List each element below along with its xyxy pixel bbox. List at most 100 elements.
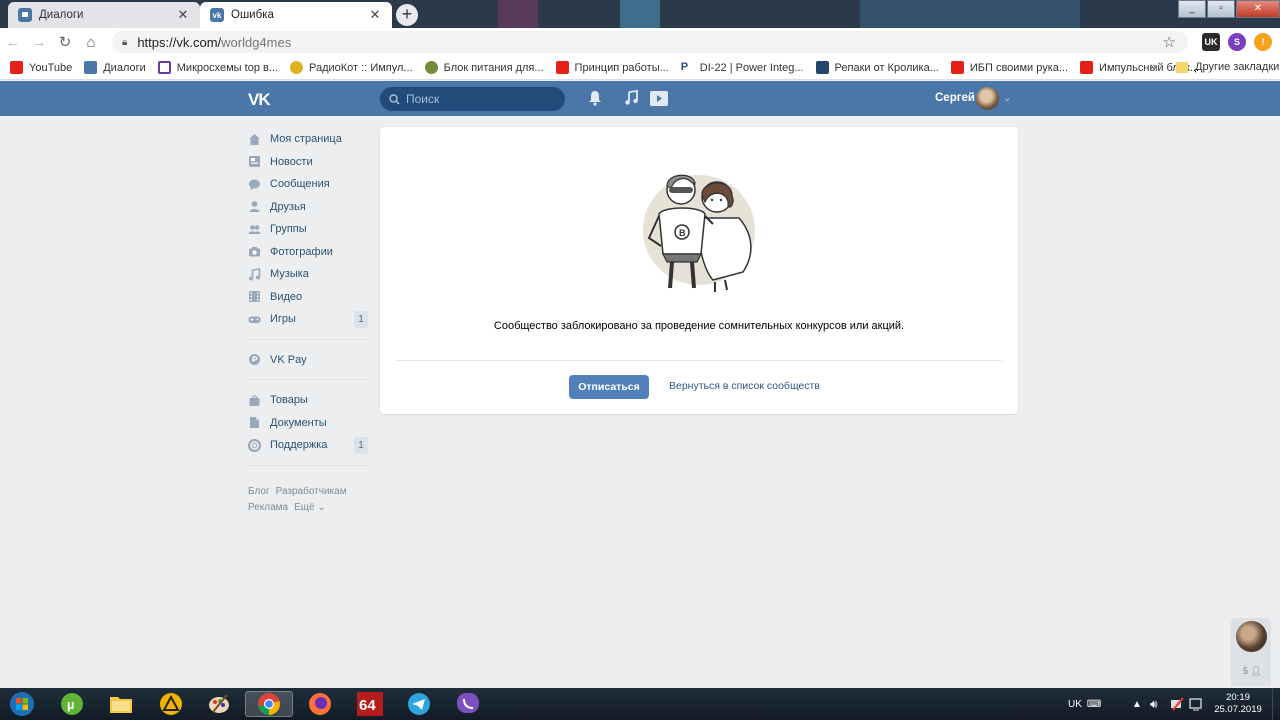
menu-item-friends[interactable]: Друзья — [248, 196, 368, 219]
network-icon[interactable] — [1170, 688, 1184, 720]
action-center-icon[interactable] — [1189, 688, 1203, 720]
other-bookmarks-folder[interactable]: Другие закладки — [1176, 61, 1279, 73]
menu-item-groups[interactable]: Группы — [248, 218, 368, 241]
bookmarks-overflow-icon[interactable]: » — [1150, 61, 1156, 73]
bookmark-label: ИБП своими рука... — [969, 61, 1069, 74]
keyboard-icon: ⌨︎ — [1086, 698, 1102, 710]
start-button[interactable] — [4, 691, 40, 717]
language-indicator[interactable]: UK ⌨︎ — [1068, 688, 1101, 720]
menu-item-label: Сообщения — [270, 178, 330, 191]
utorrent-taskbar-item[interactable]: µ — [54, 691, 90, 717]
close-window-button[interactable]: ✕ — [1236, 0, 1280, 18]
firefox-taskbar-item[interactable] — [302, 691, 338, 717]
new-tab-button[interactable]: + — [396, 4, 418, 26]
menu-item-music[interactable]: Музыка — [248, 263, 368, 286]
bookmark-radiokot[interactable]: РадиоКот :: Импул... — [290, 61, 413, 74]
user-name[interactable]: Сергей — [935, 92, 975, 104]
bookmark-repacks[interactable]: Репаки от Кролика... — [815, 61, 939, 74]
volume-icon[interactable]: 🔊︎ — [1150, 688, 1158, 720]
maximize-button[interactable]: ▫ — [1207, 0, 1235, 18]
bookmark-microschemes[interactable]: Микросхемы top в... — [157, 61, 278, 74]
menu-item-goods[interactable]: Товары — [248, 389, 368, 412]
unsubscribe-button[interactable]: Отписаться — [569, 375, 649, 399]
bookmark-label: РадиоКот :: Импул... — [309, 61, 413, 74]
telegram-taskbar-item[interactable] — [401, 691, 437, 717]
extension-s-icon[interactable]: S — [1228, 33, 1246, 51]
tab-title: Диалоги — [39, 9, 84, 21]
music-note-icon[interactable] — [624, 90, 638, 106]
extensions-area: UK S ! — [1202, 33, 1272, 51]
clock-time: 20:19 — [1226, 692, 1250, 703]
chrome-taskbar-item[interactable] — [245, 691, 293, 717]
bookmark-principle[interactable]: Принцип работы... — [555, 61, 669, 74]
footer-link-more[interactable]: Ещё ⌄ — [294, 502, 326, 513]
footer-link-developers[interactable]: Разработчикам — [276, 486, 347, 497]
music-icon — [249, 267, 261, 281]
globe-icon — [424, 61, 438, 74]
aida64-taskbar-item[interactable]: 64 — [352, 691, 388, 717]
search-input[interactable]: Поиск — [380, 87, 565, 111]
menu-item-support[interactable]: Поддержка 1 — [248, 434, 368, 457]
menu-item-vkpay[interactable]: VK Pay — [248, 349, 368, 372]
bookmark-youtube[interactable]: YouTube — [10, 61, 72, 74]
bookmark-di22[interactable]: P DI-22 | Power Integ... — [680, 61, 804, 74]
youtube-icon — [950, 61, 964, 74]
back-button[interactable]: ← — [0, 34, 26, 51]
user-avatar[interactable] — [976, 87, 999, 110]
menu-item-label: Документы — [270, 416, 327, 429]
play-video-icon[interactable] — [650, 91, 668, 106]
cat-icon — [290, 61, 303, 74]
superhero-couple-illustration: B — [643, 174, 755, 292]
explorer-taskbar-item[interactable] — [103, 691, 139, 717]
show-desktop-button[interactable] — [1272, 688, 1280, 720]
groups-icon — [248, 224, 261, 234]
bookmark-star-icon[interactable]: ☆ — [1163, 33, 1176, 51]
triangle-app-icon — [160, 693, 182, 715]
menu-item-label: VK Pay — [270, 353, 307, 366]
menu-item-my-page[interactable]: Моя страница — [248, 128, 368, 151]
tab-error[interactable]: vk Ошибка ✕ — [200, 2, 392, 28]
back-to-communities-link[interactable]: Вернуться в список сообществ — [669, 380, 820, 392]
viber-taskbar-item[interactable] — [450, 691, 486, 717]
footer-links: Блог Разработчикам Реклама Ещё ⌄ — [248, 484, 368, 516]
paint-taskbar-item[interactable] — [201, 691, 237, 717]
system-clock[interactable]: 20:19 25.07.2019 — [1210, 692, 1266, 716]
bell-icon[interactable] — [588, 90, 602, 106]
menu-divider — [248, 338, 368, 340]
menu-item-photos[interactable]: Фотографии — [248, 241, 368, 264]
telegram-icon — [408, 693, 430, 715]
menu-item-news[interactable]: Новости — [248, 151, 368, 174]
friends-icon — [249, 201, 260, 213]
tab-dialogs[interactable]: Диалоги ✕ — [8, 2, 200, 28]
chat-widget[interactable]: 5 👤︎ — [1231, 618, 1271, 686]
menu-item-label: Поддержка — [270, 439, 328, 452]
menu-item-messages[interactable]: Сообщения — [248, 173, 368, 196]
close-tab-icon[interactable]: ✕ — [176, 7, 190, 23]
tray-overflow-icon[interactable]: ▲ — [1132, 688, 1142, 720]
home-button[interactable]: ⌂ — [78, 34, 104, 51]
extension-uk-icon[interactable]: UK — [1202, 33, 1220, 51]
chat-avatar[interactable] — [1236, 621, 1267, 652]
paint-palette-icon — [209, 694, 229, 713]
app-taskbar-item[interactable] — [153, 691, 189, 717]
bookmark-ups[interactable]: ИБП своими рука... — [950, 61, 1069, 74]
close-tab-icon[interactable]: ✕ — [368, 7, 382, 23]
chevron-down-icon[interactable]: ⌄ — [1003, 93, 1011, 104]
browser-toolbar: ← → ↻ ⌂ 🔒︎ https://vk.com/worldg4mes ☆ U… — [0, 28, 1280, 56]
bookmark-label: Блок питания для... — [443, 61, 544, 74]
menu-item-games[interactable]: Игры 1 — [248, 308, 368, 331]
footer-link-ads[interactable]: Реклама — [248, 502, 288, 513]
footer-link-blog[interactable]: Блог — [248, 486, 270, 497]
bookmark-power-supply[interactable]: Блок питания для... — [424, 61, 544, 74]
bookmark-dialogs[interactable]: Диалоги — [84, 61, 146, 74]
extension-alert-icon[interactable]: ! — [1254, 33, 1272, 51]
browser-tab-strip: Диалоги ✕ vk Ошибка ✕ + _ ▫ ✕ — [0, 0, 1280, 28]
forward-button[interactable]: → — [26, 34, 52, 51]
menu-item-video[interactable]: Видео — [248, 286, 368, 309]
bag-icon — [249, 394, 260, 406]
minimize-button[interactable]: _ — [1178, 0, 1206, 18]
address-bar[interactable]: 🔒︎ https://vk.com/worldg4mes ☆ — [112, 31, 1188, 53]
vk-logo[interactable]: VK — [248, 90, 271, 110]
menu-item-documents[interactable]: Документы — [248, 412, 368, 435]
reload-button[interactable]: ↻ — [52, 33, 78, 51]
